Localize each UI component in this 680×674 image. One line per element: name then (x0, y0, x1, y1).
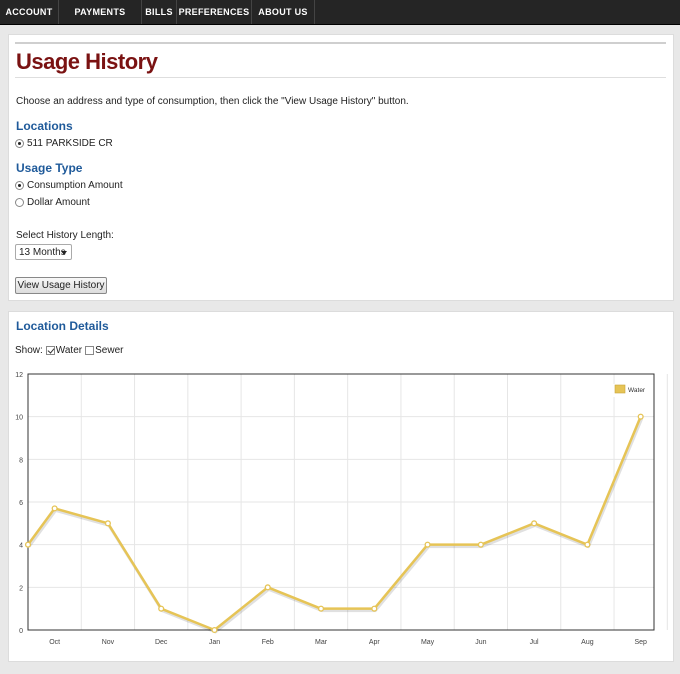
data-point (637, 413, 644, 420)
history-length-label: Select History Length: (16, 230, 114, 241)
x-tick-label: Sep (634, 639, 647, 646)
intro-text: Choose an address and type of consumptio… (16, 96, 409, 107)
nav-account[interactable]: ACCOUNT (0, 0, 59, 24)
x-tick-label: Feb (262, 639, 274, 646)
consumption-amount-option[interactable]: Consumption Amount (15, 180, 123, 191)
usage-history-form-panel: Usage History Choose an address and type… (8, 34, 674, 301)
x-tick-label: Oct (49, 639, 60, 646)
nav-bills[interactable]: BILLS (142, 0, 177, 24)
location-details-panel: Location Details Show: Water Sewer 02468… (8, 311, 674, 662)
data-point (158, 605, 165, 612)
view-usage-history-button[interactable]: View Usage History (15, 277, 107, 294)
y-tick-label: 8 (19, 457, 23, 464)
data-point (584, 541, 591, 548)
dollar-amount-radio[interactable] (15, 198, 24, 207)
dollar-amount-label: Dollar Amount (27, 197, 90, 208)
nav-about-us[interactable]: ABOUT US (252, 0, 315, 24)
page-title: Usage History (16, 49, 158, 74)
x-tick-label: Mar (315, 639, 328, 646)
top-navigation: ACCOUNT PAYMENTS BILLS PREFERENCES ABOUT… (0, 0, 680, 25)
x-tick-label: Apr (369, 639, 381, 646)
y-tick-label: 2 (19, 585, 23, 592)
y-tick-label: 0 (19, 628, 23, 635)
data-point (531, 520, 538, 527)
data-point (477, 541, 484, 548)
chevron-down-icon (61, 251, 67, 255)
data-point (371, 605, 378, 612)
x-tick-label: Jun (475, 639, 486, 646)
data-point (51, 505, 58, 512)
history-length-select[interactable]: 13 Months (15, 244, 72, 260)
y-tick-label: 4 (19, 543, 23, 550)
data-point (104, 520, 111, 527)
divider (15, 42, 666, 44)
location-option[interactable]: 511 PARKSIDE CR (15, 138, 113, 149)
usage-type-heading: Usage Type (16, 161, 83, 175)
y-tick-label: 10 (15, 415, 23, 422)
consumption-amount-label: Consumption Amount (27, 180, 123, 191)
x-tick-label: May (421, 639, 435, 646)
consumption-amount-radio[interactable] (15, 181, 24, 190)
divider (15, 77, 666, 78)
location-radio[interactable] (15, 139, 24, 148)
legend-swatch-water (614, 384, 626, 394)
history-length-value: 13 Months (19, 247, 66, 258)
y-tick-label: 6 (19, 500, 23, 507)
legend-label-water: Water (628, 387, 646, 394)
nav-payments[interactable]: PAYMENTS (59, 0, 142, 24)
data-point (317, 605, 325, 612)
x-tick-label: Jan (209, 639, 220, 646)
location-label: 511 PARKSIDE CR (27, 138, 113, 149)
data-point (211, 626, 218, 634)
dollar-amount-option[interactable]: Dollar Amount (15, 197, 90, 208)
x-tick-label: Dec (155, 639, 168, 646)
data-point (424, 541, 431, 548)
locations-heading: Locations (16, 119, 73, 133)
y-tick-label: 12 (15, 372, 23, 379)
x-tick-label: Aug (581, 639, 594, 646)
x-tick-label: Jul (530, 639, 539, 646)
nav-preferences[interactable]: PREFERENCES (177, 0, 252, 24)
usage-chart: 0 2 4 6 8 10 12 Oct Nov Dec Jan Feb Mar Apr May Jun Jul A… (15, 372, 668, 646)
data-point (24, 541, 32, 548)
x-tick-label: Nov (102, 639, 115, 646)
data-point (264, 584, 271, 591)
